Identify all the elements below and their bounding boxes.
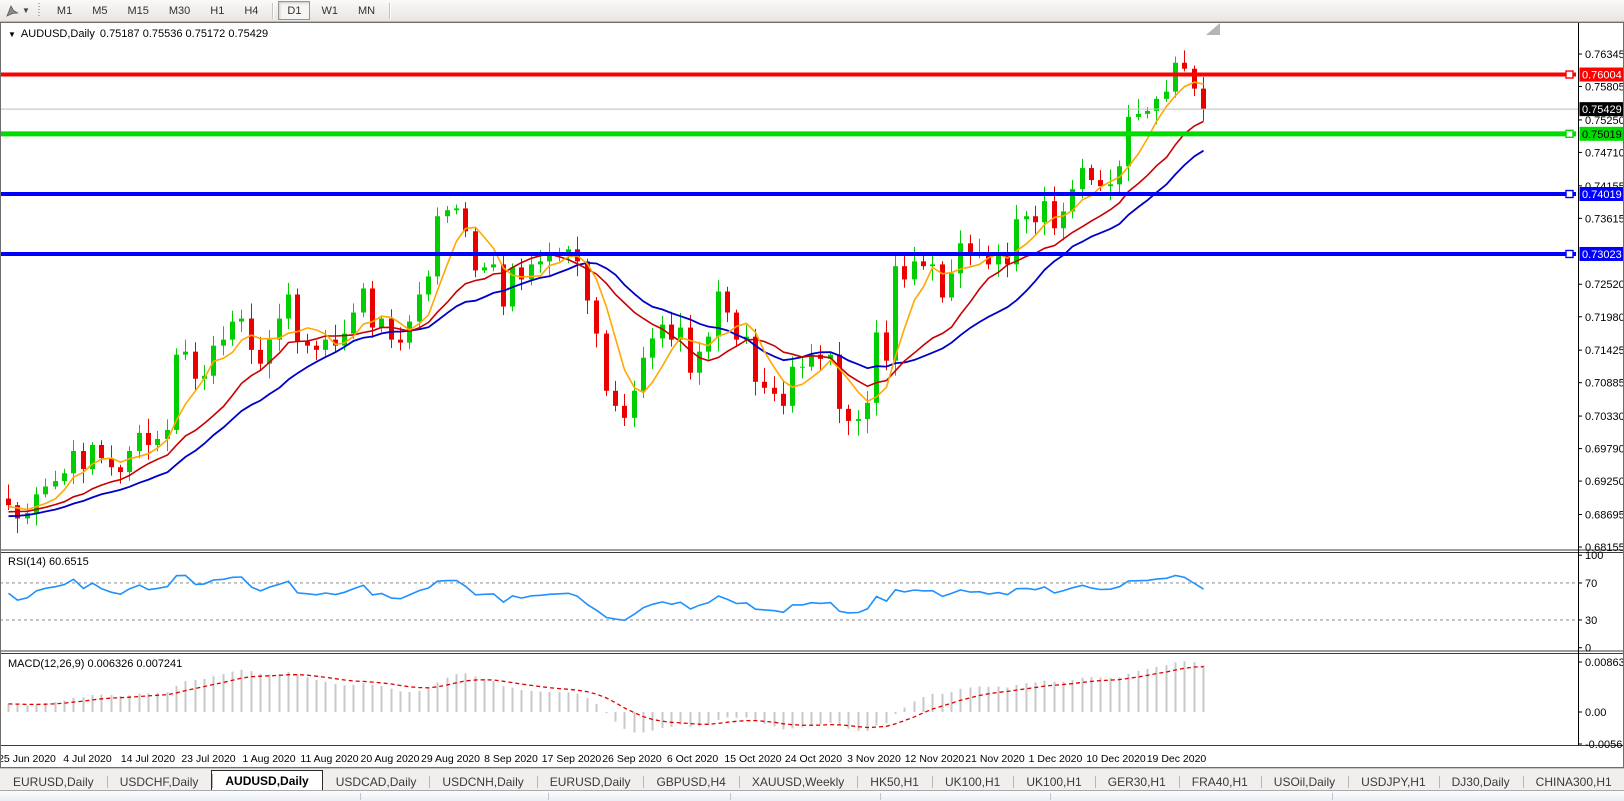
svg-text:0.71425: 0.71425 (1585, 345, 1624, 357)
svg-text:25 Jun 2020: 25 Jun 2020 (0, 753, 56, 765)
statusbar-separator (548, 793, 549, 800)
svg-text:0.73023: 0.73023 (1582, 249, 1622, 261)
symbol-tab-EURUSD-Daily[interactable]: EURUSD,Daily (537, 773, 644, 791)
toolbar-separator (389, 3, 390, 19)
timeframe-button-H4[interactable]: H4 (235, 1, 267, 20)
svg-text:0.69790: 0.69790 (1585, 444, 1624, 456)
svg-text:0: 0 (1585, 643, 1591, 655)
symbol-tab-DJ30-Daily[interactable]: DJ30,Daily (1439, 773, 1523, 791)
symbol-tab-EURUSD-Daily[interactable]: EURUSD,Daily (0, 773, 107, 791)
svg-text:0.76004: 0.76004 (1582, 70, 1622, 82)
timeframe-button-H1[interactable]: H1 (201, 1, 233, 20)
svg-text:4 Jul 2020: 4 Jul 2020 (63, 753, 112, 765)
statusbar-separator (880, 793, 881, 800)
symbol-tab-FRA40-H1[interactable]: FRA40,H1 (1179, 773, 1261, 791)
svg-text:6 Oct 2020: 6 Oct 2020 (667, 753, 719, 765)
timeframe-button-M15[interactable]: M15 (118, 1, 157, 20)
svg-text:24 Oct 2020: 24 Oct 2020 (785, 753, 842, 765)
svg-text:0.75019: 0.75019 (1582, 129, 1622, 141)
svg-text:30: 30 (1585, 615, 1597, 627)
svg-text:8 Sep 2020: 8 Sep 2020 (484, 753, 538, 765)
symbol-tab-UK100-H1[interactable]: UK100,H1 (932, 773, 1013, 791)
svg-text:0.74710: 0.74710 (1585, 147, 1624, 159)
svg-text:0.76345: 0.76345 (1585, 49, 1624, 61)
svg-text:0.70885: 0.70885 (1585, 378, 1624, 390)
svg-text:-0.005641: -0.005641 (1585, 739, 1624, 751)
symbol-tab-CHINA300-H1[interactable]: CHINA300,H1 (1523, 773, 1624, 791)
chart-symbol-label: AUDUSD,Daily (21, 28, 95, 40)
svg-text:0.008633: 0.008633 (1585, 657, 1624, 669)
svg-text:0.74019: 0.74019 (1582, 189, 1622, 201)
svg-text:23 Jul 2020: 23 Jul 2020 (181, 753, 235, 765)
timeframe-button-M5[interactable]: M5 (83, 1, 116, 20)
timeframe-button-M1[interactable]: M1 (48, 1, 81, 20)
symbol-tab-UK100-H1[interactable]: UK100,H1 (1013, 773, 1094, 791)
svg-text:0.75805: 0.75805 (1585, 82, 1624, 94)
svg-text:0.70330: 0.70330 (1585, 411, 1624, 423)
timeframe-button-M30[interactable]: M30 (160, 1, 199, 20)
svg-text:14 Jul 2020: 14 Jul 2020 (121, 753, 175, 765)
price-chart[interactable]: 0.763450.758050.752500.747100.741550.736… (0, 22, 1624, 768)
svg-text:26 Sep 2020: 26 Sep 2020 (602, 753, 662, 765)
symbol-tab-XAUUSD-Weekly[interactable]: XAUUSD,Weekly (739, 773, 857, 791)
toolbar-grip-handle[interactable] (37, 3, 42, 18)
symbol-tab-GBPUSD-H4[interactable]: GBPUSD,H4 (643, 773, 738, 791)
svg-text:21 Nov 2020: 21 Nov 2020 (965, 753, 1025, 765)
svg-text:0.00: 0.00 (1585, 707, 1606, 719)
symbol-tab-USDJPY-H1[interactable]: USDJPY,H1 (1348, 773, 1438, 791)
svg-text:0.75429: 0.75429 (1582, 104, 1622, 116)
chart-cursor-icon[interactable] (3, 2, 21, 19)
svg-text:0.71980: 0.71980 (1585, 312, 1624, 324)
symbol-tab-GER30-H1[interactable]: GER30,H1 (1095, 773, 1179, 791)
tool-group: ▼ (0, 0, 47, 21)
symbol-dropdown-icon[interactable]: ▼ (8, 30, 16, 39)
svg-text:3 Nov 2020: 3 Nov 2020 (847, 753, 901, 765)
svg-text:10 Dec 2020: 10 Dec 2020 (1086, 753, 1146, 765)
symbol-tab-bar: EURUSD,DailyUSDCHF,DailyAUDUSD,DailyUSDC… (0, 768, 1624, 791)
top-toolbar: ▼ M1M5M15M30H1H4 D1W1MN (0, 0, 1624, 22)
timeframe-buttons: M1M5M15M30H1H4 D1W1MN (47, 0, 394, 21)
chart-title: ▼ AUDUSD,Daily 0.75187 0.75536 0.75172 0… (8, 28, 268, 40)
symbol-tab-AUDUSD-Daily[interactable]: AUDUSD,Daily (211, 770, 322, 791)
statusbar-separator (1332, 793, 1333, 800)
timeframe-button-D1[interactable]: D1 (278, 1, 310, 20)
svg-text:20 Aug 2020: 20 Aug 2020 (361, 753, 420, 765)
chart-ohlc-values: 0.75187 0.75536 0.75172 0.75429 (100, 28, 268, 40)
svg-text:0.69250: 0.69250 (1585, 476, 1624, 488)
svg-text:11 Aug 2020: 11 Aug 2020 (300, 753, 358, 765)
svg-text:29 Aug 2020: 29 Aug 2020 (421, 753, 480, 765)
macd-indicator-label: MACD(12,26,9) 0.006326 0.007241 (8, 658, 182, 670)
symbol-tab-USDCAD-Daily[interactable]: USDCAD,Daily (323, 773, 430, 791)
svg-text:0.73615: 0.73615 (1585, 213, 1624, 225)
symbol-tab-USDCHF-Daily[interactable]: USDCHF,Daily (107, 773, 212, 791)
svg-text:0.72520: 0.72520 (1585, 279, 1624, 291)
svg-text:15 Oct 2020: 15 Oct 2020 (724, 753, 781, 765)
statusbar-separator (360, 793, 361, 800)
timeframe-button-W1[interactable]: W1 (312, 1, 347, 20)
svg-text:12 Nov 2020: 12 Nov 2020 (905, 753, 965, 765)
svg-text:0.75250: 0.75250 (1585, 115, 1624, 127)
svg-text:17 Sep 2020: 17 Sep 2020 (542, 753, 602, 765)
chevron-down-icon[interactable]: ▼ (22, 6, 30, 15)
statusbar-separator (730, 793, 731, 800)
svg-text:19 Dec 2020: 19 Dec 2020 (1147, 753, 1207, 765)
symbol-tab-USDCNH-Daily[interactable]: USDCNH,Daily (429, 773, 536, 791)
symbol-tab-HK50-H1[interactable]: HK50,H1 (857, 773, 932, 791)
rsi-indicator-label: RSI(14) 60.6515 (8, 556, 89, 568)
svg-text:1 Aug 2020: 1 Aug 2020 (242, 753, 295, 765)
svg-text:1 Dec 2020: 1 Dec 2020 (1029, 753, 1083, 765)
statusbar-separator (1050, 793, 1051, 800)
svg-text:0.68695: 0.68695 (1585, 509, 1624, 521)
timeframe-button-MN[interactable]: MN (349, 1, 384, 20)
svg-text:100: 100 (1585, 550, 1603, 562)
chart-window[interactable]: 0.763450.758050.752500.747100.741550.736… (0, 22, 1624, 768)
svg-text:70: 70 (1585, 578, 1597, 590)
symbol-tab-USOil-Daily[interactable]: USOil,Daily (1261, 773, 1348, 791)
status-bar (0, 790, 1624, 801)
toolbar-separator (272, 3, 273, 19)
